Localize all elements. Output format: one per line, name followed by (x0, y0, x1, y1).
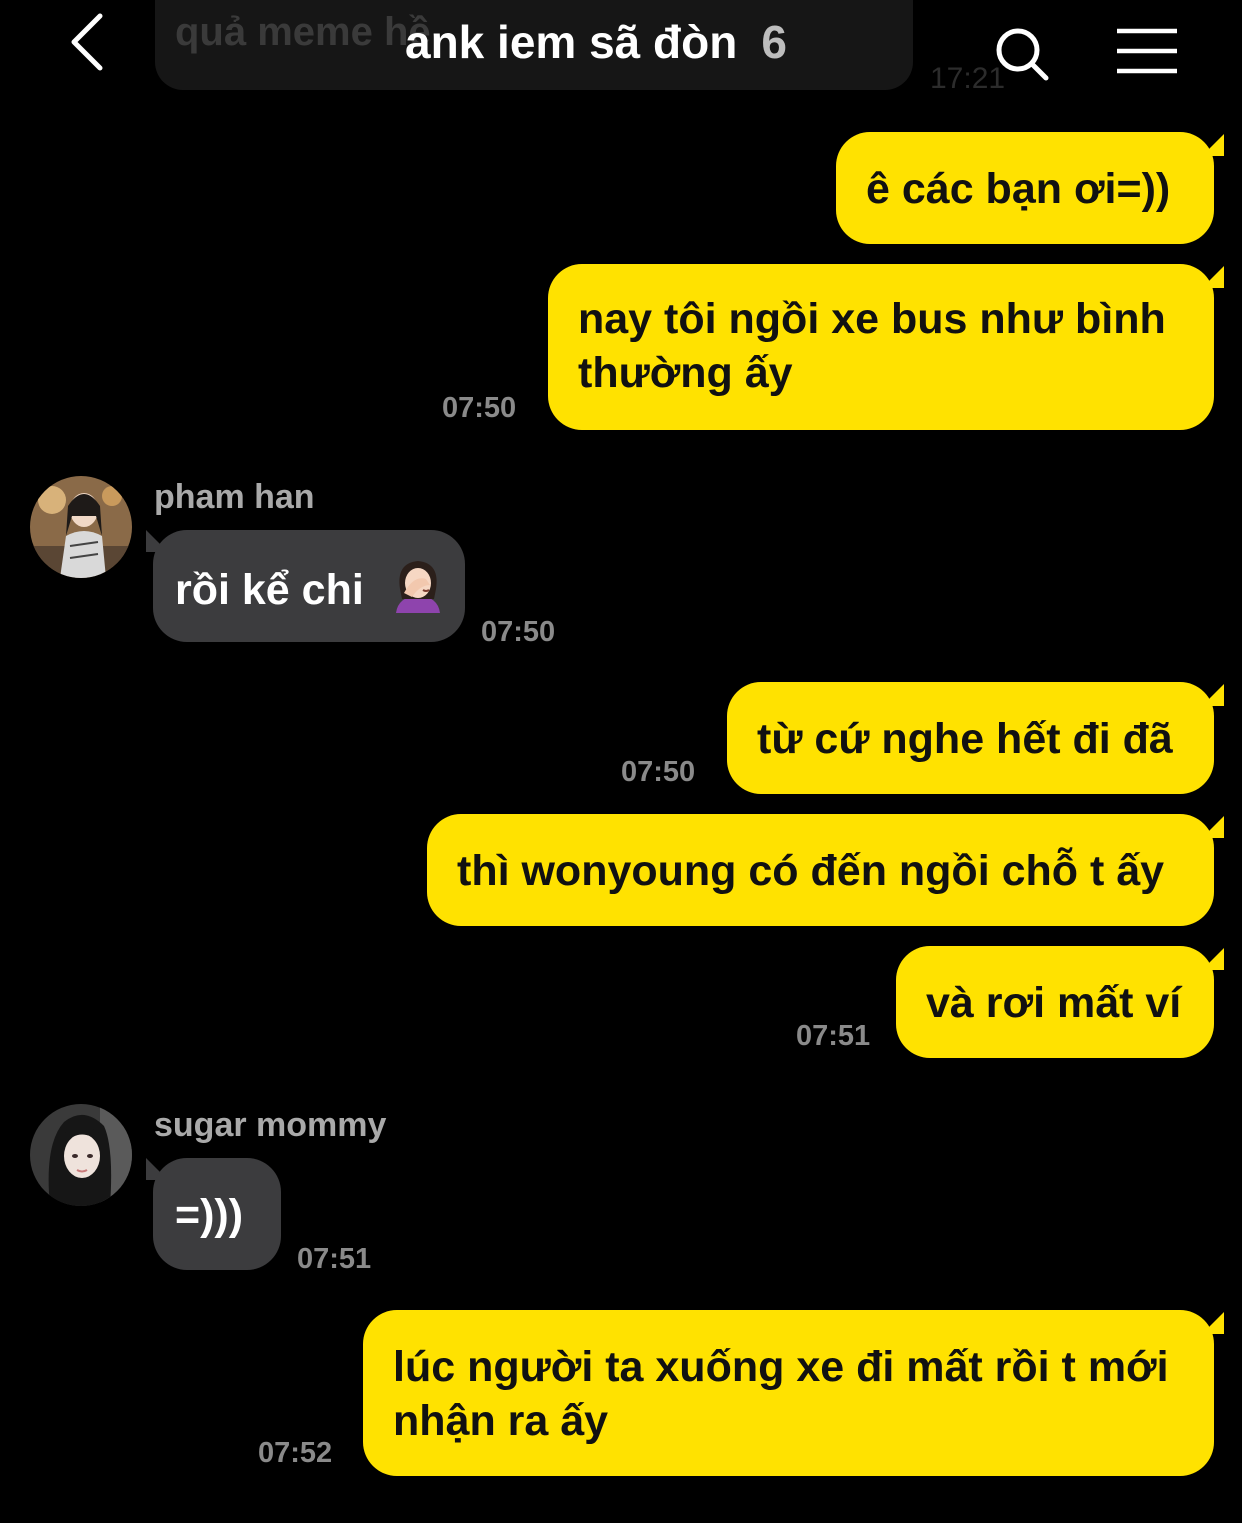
chat-title-area[interactable]: ank iem sã đòn 6 (405, 14, 787, 70)
back-arrow-icon[interactable] (62, 10, 118, 72)
message-text: =))) (175, 1191, 244, 1239)
message-bubble[interactable]: ê các bạn ơi=)) (836, 132, 1214, 244)
search-icon[interactable] (990, 24, 1054, 84)
message-bubble[interactable]: lúc người ta xuống xe đi mất rồi t mới n… (363, 1310, 1214, 1476)
message-time: 07:51 (796, 1020, 871, 1052)
message-bubble[interactable]: thì wonyoung có đến ngồi chỗ t ấy (427, 814, 1214, 926)
message-bubble[interactable]: =))) (153, 1158, 281, 1270)
face-palm-woman-emoji (390, 559, 446, 626)
message-text: và rơi mất ví (926, 979, 1182, 1027)
message-text: từ cứ nghe hết đi đã (757, 715, 1173, 763)
avatar[interactable] (30, 476, 132, 578)
message-text: nay tôi ngồi xe bus như bình thường ấy (578, 295, 1166, 397)
message-bubble[interactable]: nay tôi ngồi xe bus như bình thường ấy (548, 264, 1214, 430)
message-time: 07:50 (621, 756, 696, 788)
bubble-tail (1202, 816, 1224, 838)
member-count: 6 (761, 16, 787, 68)
menu-icon[interactable] (1114, 26, 1180, 76)
bubble-tail (1202, 1312, 1224, 1334)
message-bubble[interactable]: và rơi mất ví (896, 946, 1214, 1058)
sender-name: sugar mommy (154, 1106, 387, 1144)
message-text: rồi kể chi (175, 565, 364, 614)
message-text: thì wonyoung có đến ngồi chỗ t ấy (457, 847, 1165, 895)
sender-name: pham han (154, 478, 315, 516)
message-bubble[interactable]: từ cứ nghe hết đi đã (727, 682, 1214, 794)
bubble-tail (1202, 134, 1224, 156)
message-time: 07:50 (442, 392, 517, 424)
bubble-tail (1202, 684, 1224, 706)
message-time: 07:51 (297, 1243, 372, 1275)
message-text: ê các bạn ơi=)) (866, 165, 1171, 213)
chat-header: quả meme hề 17:21 ank iem sã đòn 6 (0, 0, 1242, 100)
avatar[interactable] (30, 1104, 132, 1206)
bubble-tail (1202, 948, 1224, 970)
message-time: 07:52 (258, 1437, 333, 1469)
bubble-tail (1202, 266, 1224, 288)
message-time: 07:50 (481, 616, 556, 648)
message-bubble[interactable]: rồi kể chi (153, 530, 465, 642)
chat-title: ank iem sã đòn (405, 16, 738, 68)
message-text: lúc người ta xuống xe đi mất rồi t mới n… (393, 1343, 1169, 1445)
